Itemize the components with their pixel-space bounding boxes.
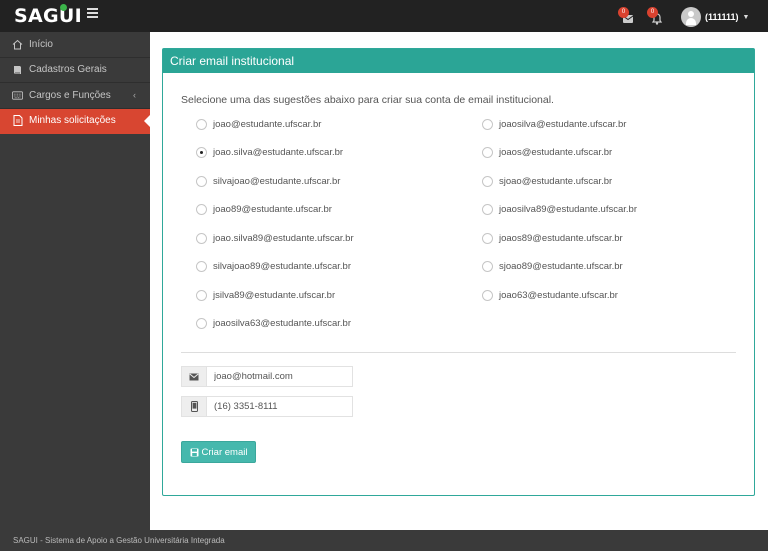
messages-badge: 0	[618, 7, 629, 18]
email-option[interactable]: jsilva89@estudante.ufscar.br	[196, 290, 335, 301]
radio-button[interactable]	[482, 290, 493, 301]
radio-button[interactable]	[196, 233, 207, 244]
chevron-down-icon: ▼	[742, 13, 750, 21]
email-option[interactable]: joao.silva@estudante.ufscar.br	[196, 147, 343, 158]
intro-text: Selecione uma das sugestões abaixo para …	[181, 94, 554, 106]
create-email-panel: Criar email institucional Selecione uma …	[162, 48, 755, 496]
radio-button[interactable]	[196, 290, 207, 301]
document-icon	[12, 115, 23, 127]
notifications-badge: 0	[647, 7, 658, 18]
email-option[interactable]: joaosilva89@estudante.ufscar.br	[482, 204, 637, 215]
radio-button[interactable]	[482, 261, 493, 272]
radio-button[interactable]	[196, 176, 207, 187]
chevron-left-icon: ‹	[133, 90, 136, 100]
bell-icon[interactable]: 0	[647, 7, 665, 26]
menu-toggle-icon[interactable]	[87, 8, 98, 20]
mobile-phone-icon	[181, 396, 207, 417]
radio-button-checked[interactable]	[196, 147, 207, 158]
email-option[interactable]: silvajoao@estudante.ufscar.br	[196, 176, 340, 187]
envelope-icon	[181, 366, 207, 387]
radio-button[interactable]	[482, 204, 493, 215]
radio-button[interactable]	[196, 261, 207, 272]
messages-icon[interactable]: 0	[618, 7, 636, 26]
top-navbar: SAGUI 0 0 (111111) ▼	[0, 0, 768, 32]
email-option[interactable]: joao.silva89@estudante.ufscar.br	[196, 233, 354, 244]
sidebar: Início Cadastros Gerais Cargos e Funções…	[0, 32, 151, 530]
book-icon	[12, 64, 23, 75]
radio-button[interactable]	[482, 233, 493, 244]
footer: SAGUI - Sistema de Apoio a Gestão Univer…	[0, 530, 768, 551]
sidebar-item-inicio[interactable]: Início	[0, 32, 150, 58]
sidebar-item-minhas-solicitacoes[interactable]: Minhas solicitações	[0, 108, 151, 134]
radio-button[interactable]	[196, 204, 207, 215]
email-option[interactable]: sjoao89@estudante.ufscar.br	[482, 261, 623, 272]
phone-field[interactable]	[207, 396, 353, 417]
email-field[interactable]	[207, 366, 353, 387]
email-option[interactable]: joao89@estudante.ufscar.br	[196, 204, 332, 215]
user-menu[interactable]: (111111) ▼	[681, 7, 749, 27]
email-input-group	[181, 366, 353, 387]
sidebar-item-label: Cargos e Funções	[29, 89, 111, 101]
create-email-button[interactable]: Criar email	[181, 441, 256, 463]
sidebar-item-label: Início	[29, 38, 53, 50]
avatar	[681, 7, 701, 27]
radio-button[interactable]	[482, 119, 493, 130]
sidebar-item-label: Cadastros Gerais	[29, 64, 107, 76]
email-option[interactable]: joaos@estudante.ufscar.br	[482, 147, 612, 158]
email-option[interactable]: joaosilva@estudante.ufscar.br	[482, 119, 626, 130]
radio-button[interactable]	[196, 119, 207, 130]
create-email-label: Criar email	[201, 446, 248, 458]
email-option[interactable]: sjoao@estudante.ufscar.br	[482, 176, 612, 187]
email-option[interactable]: joaos89@estudante.ufscar.br	[482, 233, 623, 244]
radio-button[interactable]	[482, 176, 493, 187]
divider	[181, 352, 736, 353]
keyboard-icon	[12, 90, 23, 101]
radio-button[interactable]	[196, 318, 207, 329]
phone-input-group	[181, 396, 353, 417]
email-option[interactable]: silvajoao89@estudante.ufscar.br	[196, 261, 351, 272]
email-option[interactable]: joaosilva63@estudante.ufscar.br	[196, 318, 351, 329]
email-option[interactable]: joao63@estudante.ufscar.br	[482, 290, 618, 301]
sidebar-item-cadastros-gerais[interactable]: Cadastros Gerais	[0, 58, 150, 83]
save-icon	[190, 448, 199, 457]
sidebar-item-cargos-funcoes[interactable]: Cargos e Funções ‹	[0, 83, 150, 109]
user-label: (111111)	[705, 12, 739, 22]
sidebar-item-label: Minhas solicitações	[29, 115, 116, 127]
app-logo[interactable]: SAGUI	[14, 5, 82, 27]
home-icon	[12, 39, 23, 50]
logo-dot	[60, 4, 67, 11]
email-option[interactable]: joao@estudante.ufscar.br	[196, 119, 321, 130]
radio-button[interactable]	[482, 147, 493, 158]
panel-title: Criar email institucional	[163, 49, 754, 73]
